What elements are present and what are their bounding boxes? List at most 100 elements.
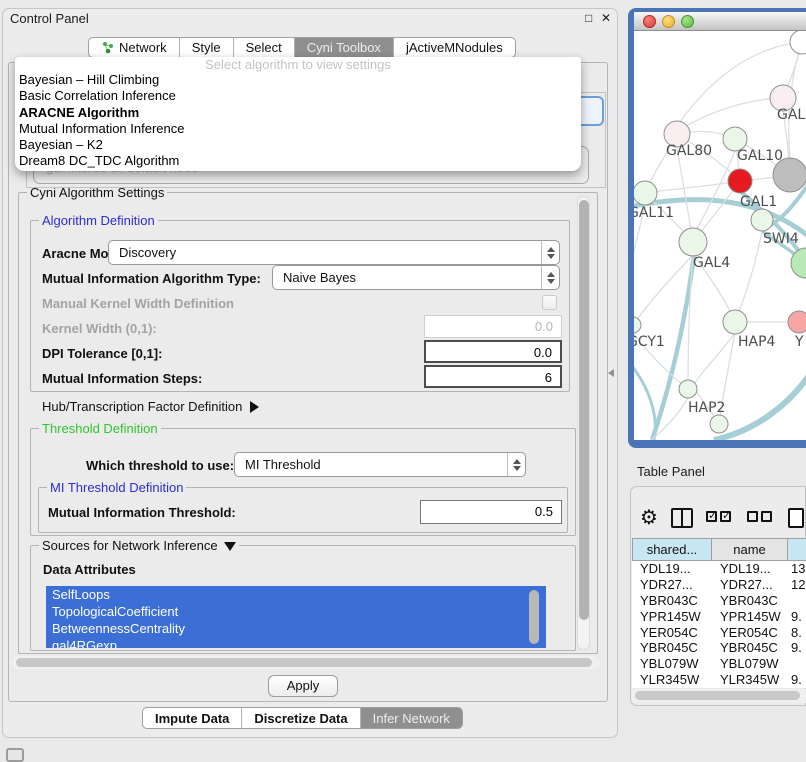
network-node-gal11[interactable] [634, 181, 657, 205]
dropdown-item-bayesian-hill-climbing[interactable]: Bayesian – Hill Climbing [15, 72, 581, 88]
table-row[interactable]: YLR345WYLR345W9. [632, 672, 806, 688]
network-node-gal4[interactable] [679, 228, 707, 256]
table-cell: 9. [788, 672, 806, 688]
close-window-icon[interactable]: ✕ [601, 11, 611, 25]
mi-threshold-field[interactable]: 0.5 [420, 500, 562, 524]
network-edge[interactable] [696, 151, 735, 231]
combo-spinner-icon [507, 453, 525, 476]
mi-type-combo[interactable]: Naive Bayes [272, 265, 560, 290]
table-cell: 13 [788, 561, 806, 577]
chevron-down-icon [224, 542, 236, 551]
tab-label: Network [119, 40, 167, 55]
dropdown-item-basic-correlation-inference[interactable]: Basic Correlation Inference [15, 88, 581, 104]
network-edge[interactable] [677, 98, 783, 131]
manual-kernel-label: Manual Kernel Width Definition [42, 296, 234, 311]
tab-network[interactable]: Network [89, 38, 180, 57]
network-node[interactable] [710, 415, 728, 433]
settings-vertical-scrollbar-thumb[interactable] [579, 200, 589, 620]
table-cell: YBL079W [632, 656, 712, 672]
algorithm-dropdown-popup: Select algorithm to view settings Bayesi… [15, 57, 581, 171]
tab-jactivemnodules[interactable]: jActiveMNodules [394, 38, 515, 57]
table-row[interactable]: YDR27...YDR27...12 [632, 577, 806, 593]
network-node[interactable] [773, 158, 806, 192]
column-header-shared[interactable]: shared... [632, 538, 712, 561]
select-all-columns-icon[interactable] [706, 509, 734, 527]
deselect-all-columns-icon[interactable] [747, 509, 775, 527]
dock-icon[interactable] [6, 748, 24, 762]
table-cell: 9. [788, 609, 806, 625]
tab-infer-network[interactable]: Infer Network [361, 708, 462, 728]
data-attributes-list: SelfLoopsTopologicalCoefficientBetweenne… [46, 586, 546, 648]
table-horizontal-scrollbar-thumb[interactable] [635, 691, 800, 700]
float-window-icon[interactable]: □ [585, 11, 592, 25]
node-label-gal80: GAL80 [666, 143, 712, 159]
dropdown-item-bayesian-k2[interactable]: Bayesian – K2 [15, 137, 581, 153]
network-view-canvas[interactable]: GALGAL80GAL10GAL1GAL11SWI4GAL4GCY1HAP4YH… [634, 31, 806, 440]
tab-label: Select [246, 40, 282, 55]
attributes-scrollbar-thumb[interactable] [529, 590, 539, 644]
dropdown-item-dream8-dc-tdc-algorithm[interactable]: Dream8 DC_TDC Algorithm [15, 153, 581, 169]
panel-resize-handle-icon[interactable] [608, 369, 614, 377]
attribute-item-selfloops[interactable]: SelfLoops [46, 586, 546, 603]
network-edge[interactable] [634, 361, 655, 440]
table-cell: YBL079W [712, 656, 788, 672]
settings-horizontal-scrollbar-thumb[interactable] [16, 658, 592, 667]
table-row[interactable]: YDL19...YDL19...13 [632, 561, 806, 577]
table-header-row: shared...name [632, 538, 806, 561]
kernel-width-label: Kernel Width (0,1): [42, 321, 157, 336]
table-cell: 12 [788, 577, 806, 593]
mi-steps-field[interactable]: 6 [424, 365, 562, 388]
aracne-mode-combo[interactable]: Discovery [108, 240, 560, 265]
table-row[interactable]: YBL079WYBL079W [632, 656, 806, 672]
attribute-item-betweennesscentrality[interactable]: BetweennessCentrality [46, 620, 546, 637]
minimize-traffic-light-icon[interactable] [662, 15, 675, 28]
split-view-icon[interactable] [671, 508, 693, 528]
which-threshold-label: Which threshold to use: [86, 458, 234, 473]
node-label-gcy1: GCY1 [634, 334, 665, 350]
network-node-gal1[interactable] [728, 169, 752, 193]
combo-spinner-icon [541, 266, 559, 289]
node-label-swi4: SWI4 [763, 231, 799, 247]
network-node-y[interactable] [788, 311, 806, 333]
table-row[interactable]: YBR043CYBR043C [632, 593, 806, 609]
network-node-swi4[interactable] [751, 209, 773, 231]
hub-definition-expander[interactable]: Hub/Transcription Factor Definition [42, 399, 259, 414]
attribute-item-gal4rgexp[interactable]: gal4RGexp [46, 637, 546, 648]
column-header-name[interactable]: name [712, 538, 788, 561]
table-row[interactable]: YER054CYER054C8. [632, 625, 806, 641]
table-panel-toolbar: ⚙ [640, 503, 806, 533]
dropdown-item-aracne-algorithm[interactable]: ARACNE Algorithm [15, 105, 581, 121]
column-header-cut[interactable] [788, 538, 806, 561]
tab-discretize-data[interactable]: Discretize Data [242, 708, 360, 728]
node-label-hap2: HAP2 [688, 400, 725, 416]
which-threshold-combo[interactable]: MI Threshold [234, 452, 526, 477]
tab-cyni-toolbox[interactable]: Cyni Toolbox [295, 38, 394, 57]
close-traffic-light-icon[interactable] [643, 15, 656, 28]
dpi-tolerance-field[interactable]: 0.0 [424, 340, 562, 363]
gear-icon[interactable]: ⚙ [640, 507, 658, 529]
table-row[interactable]: YPR145WYPR145W9. [632, 609, 806, 625]
network-edge[interactable] [645, 181, 740, 193]
network-node[interactable] [790, 31, 806, 54]
tab-impute-data[interactable]: Impute Data [143, 708, 242, 728]
sources-legend[interactable]: Sources for Network Inference [39, 538, 239, 553]
tab-select[interactable]: Select [234, 38, 295, 57]
network-edge[interactable] [690, 333, 735, 389]
network-edge[interactable] [735, 231, 762, 322]
dropdown-item-mutual-information-inference[interactable]: Mutual Information Inference [15, 121, 581, 137]
network-window-titlebar[interactable] [634, 12, 806, 31]
table-row[interactable]: YBR045CYBR045C9. [632, 640, 806, 656]
apply-button[interactable]: Apply [268, 675, 338, 697]
network-node-hap2[interactable] [679, 380, 697, 398]
dpi-tolerance-label: DPI Tolerance [0,1]: [42, 346, 162, 361]
new-table-icon[interactable] [788, 508, 804, 528]
table-cell: YDR27... [632, 577, 712, 593]
attribute-item-topologicalcoefficient[interactable]: TopologicalCoefficient [46, 603, 546, 620]
zoom-traffic-light-icon[interactable] [681, 15, 694, 28]
manual-kernel-checkbox[interactable] [542, 295, 557, 310]
which-threshold-value: MI Threshold [235, 457, 507, 472]
tab-style[interactable]: Style [180, 38, 234, 57]
network-node-hap4[interactable] [723, 310, 747, 334]
network-edge[interactable] [714, 371, 806, 440]
network-node-gcy1[interactable] [634, 317, 641, 333]
